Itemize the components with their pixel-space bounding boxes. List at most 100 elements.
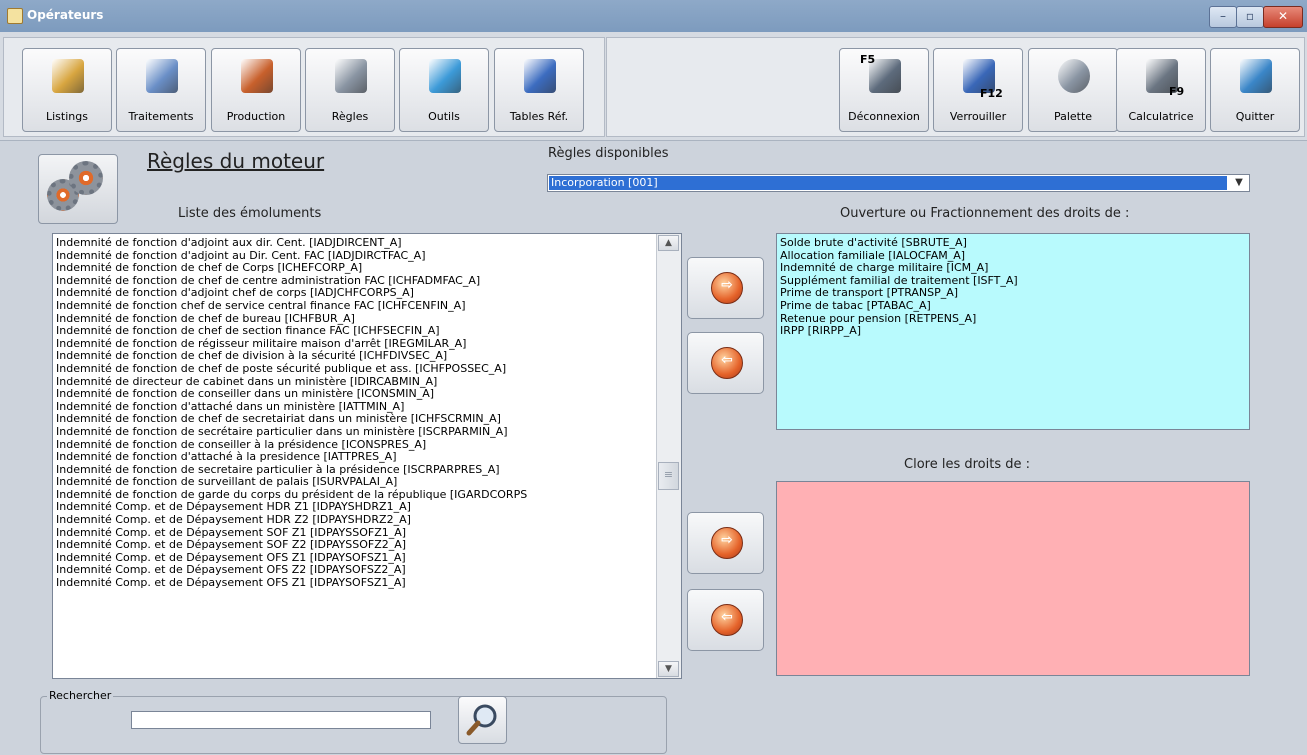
production-button[interactable]: Production: [211, 48, 301, 132]
list-item[interactable]: Indemnité de fonction de chef de poste s…: [56, 363, 654, 376]
window-title: Opérateurs: [27, 8, 104, 22]
remove-from-close-button[interactable]: ⇦: [687, 589, 764, 651]
palette-icon: [1058, 59, 1090, 93]
toolbar-right-group: F5 Déconnexion F12 Verrouiller Palette F…: [606, 37, 1305, 137]
toolbar: Listings Traitements Production Règles O…: [0, 32, 1307, 141]
tables-ref-label: Tables Réf.: [509, 110, 569, 123]
list-item[interactable]: Indemnité Comp. et de Dépaysement OFS Z2…: [56, 564, 654, 577]
palette-button[interactable]: Palette: [1028, 48, 1118, 132]
list-item[interactable]: Indemnité Comp. et de Dépaysement OFS Z1…: [56, 577, 654, 590]
arrow-right-glyph: ⇨: [721, 532, 733, 548]
search-legend: Rechercher: [47, 689, 114, 702]
rules-label: Règles disponibles: [548, 146, 669, 161]
list-item[interactable]: Indemnité de fonction de conseiller à la…: [56, 439, 654, 452]
list-item[interactable]: Indemnité de fonction de chef de bureau …: [56, 313, 654, 326]
list-item[interactable]: Indemnité Comp. et de Dépaysement SOF Z2…: [56, 539, 654, 552]
quitter-label: Quitter: [1235, 110, 1275, 123]
arrow-right-icon: ⇨: [711, 272, 743, 304]
rules-select[interactable]: Incorporation [001] ▼: [547, 174, 1250, 192]
list-item[interactable]: Indemnité de fonction de chef de Corps […: [56, 262, 654, 275]
list-item[interactable]: Indemnité de fonction de surveillant de …: [56, 476, 654, 489]
emoluments-items: Indemnité de fonction d'adjoint aux dir.…: [56, 237, 654, 590]
list-item[interactable]: Indemnité de fonction de garde du corps …: [56, 489, 654, 502]
emoluments-label: Liste des émoluments: [178, 206, 322, 221]
regles-button[interactable]: Règles: [305, 48, 395, 132]
gear-icon: [69, 161, 103, 195]
maximize-button[interactable]: ▫: [1236, 6, 1264, 28]
verrouiller-button[interactable]: F12 Verrouiller: [933, 48, 1023, 132]
arrow-left-glyph: ⇦: [721, 352, 733, 368]
main-panel: Règles du moteur Règles disponibles Inco…: [0, 141, 1307, 755]
list-item[interactable]: IRPP [RIRPP_A]: [777, 325, 1249, 338]
toolbar-left-group: Listings Traitements Production Règles O…: [3, 37, 605, 137]
arrow-left-icon: ⇦: [711, 347, 743, 379]
list-item[interactable]: Indemnité de fonction de chef de secreta…: [56, 413, 654, 426]
app-icon: [7, 8, 23, 24]
deconnexion-label: Déconnexion: [848, 110, 920, 123]
calculatrice-shortcut: F9: [1169, 85, 1185, 98]
exit-icon: [1240, 59, 1272, 93]
list-item[interactable]: Indemnité Comp. et de Dépaysement HDR Z1…: [56, 501, 654, 514]
list-item[interactable]: Indemnité de fonction de secretaire part…: [56, 464, 654, 477]
calculatrice-label: Calculatrice: [1128, 110, 1194, 123]
listings-button[interactable]: Listings: [22, 48, 112, 132]
tables-ref-button[interactable]: Tables Réf.: [494, 48, 584, 132]
list-item[interactable]: Indemnité Comp. et de Dépaysement OFS Z1…: [56, 552, 654, 565]
open-rights-label: Ouverture ou Fractionnement des droits d…: [840, 206, 1130, 221]
gears-icon: [335, 59, 367, 93]
verrouiller-label: Verrouiller: [949, 110, 1007, 123]
deconnexion-button[interactable]: F5 Déconnexion: [839, 48, 929, 132]
arrow-right-icon: ⇨: [711, 527, 743, 559]
remove-from-open-button[interactable]: ⇦: [687, 332, 764, 394]
traitements-label: Traitements: [128, 110, 194, 123]
scroll-thumb[interactable]: ≡: [658, 462, 679, 490]
books-icon: [241, 59, 273, 93]
search-icon: [466, 704, 497, 736]
list-item[interactable]: Indemnité Comp. et de Dépaysement HDR Z2…: [56, 514, 654, 527]
rules-select-value: Incorporation [001]: [549, 176, 1227, 190]
deconnexion-shortcut: F5: [860, 53, 876, 66]
calculatrice-button[interactable]: F9 Calculatrice: [1116, 48, 1206, 132]
traitements-button[interactable]: Traitements: [116, 48, 206, 132]
list-item[interactable]: Indemnité de fonction d'attaché à la pre…: [56, 451, 654, 464]
search-group: Rechercher: [40, 689, 667, 754]
arrow-left-glyph: ⇦: [721, 609, 733, 625]
list-item[interactable]: Indemnité de fonction de régisseur milit…: [56, 338, 654, 351]
list-item[interactable]: Indemnité de fonction d'adjoint chef de …: [56, 287, 654, 300]
emoluments-list[interactable]: Indemnité de fonction d'adjoint aux dir.…: [52, 233, 682, 679]
list-item[interactable]: Indemnité de directeur de cabinet dans u…: [56, 376, 654, 389]
scroll-down-button[interactable]: ▼: [658, 661, 679, 677]
list-item[interactable]: Prime de tabac [PTABAC_A]: [777, 299, 1249, 313]
title-bar: Opérateurs – ▫ ✕: [0, 0, 1307, 33]
chevron-down-icon[interactable]: ▼: [1229, 175, 1249, 191]
list-item[interactable]: Indemnité de charge militaire [ICM_A]: [777, 262, 1249, 275]
add-to-close-button[interactable]: ⇨: [687, 512, 764, 574]
listings-label: Listings: [46, 110, 88, 123]
open-rights-list[interactable]: Solde brute d'activité [SBRUTE_A] Allocat…: [776, 233, 1250, 430]
list-item[interactable]: Indemnité de fonction d'adjoint au Dir. …: [56, 250, 654, 263]
search-input[interactable]: [131, 711, 431, 729]
list-item[interactable]: Indemnité de fonction de secrétaire part…: [56, 426, 654, 439]
list-item[interactable]: Indemnité de fonction chef de service ce…: [56, 300, 654, 313]
outils-label: Outils: [428, 110, 460, 123]
list-item[interactable]: Indemnité Comp. et de Dépaysement SOF Z1…: [56, 527, 654, 540]
list-item[interactable]: Indemnité de fonction de chef de centre …: [56, 275, 654, 288]
list-item[interactable]: Indemnité de fonction de conseiller dans…: [56, 388, 654, 401]
quitter-button[interactable]: Quitter: [1210, 48, 1300, 132]
arrow-right-glyph: ⇨: [721, 277, 733, 293]
minimize-button[interactable]: –: [1209, 6, 1237, 28]
list-item[interactable]: Indemnité de fonction d'attaché dans un …: [56, 401, 654, 414]
list-item[interactable]: Indemnité de fonction de chef de divisio…: [56, 350, 654, 363]
palette-label: Palette: [1053, 110, 1093, 123]
close-button[interactable]: ✕: [1263, 6, 1303, 28]
list-item[interactable]: Indemnité de fonction d'adjoint aux dir.…: [56, 237, 654, 250]
list-item[interactable]: Solde brute d'activité [SBRUTE_A]: [777, 236, 1249, 250]
operateurs-window: Opérateurs – ▫ ✕ Listings Traitements Pr…: [0, 0, 1307, 755]
outils-button[interactable]: Outils: [399, 48, 489, 132]
list-item[interactable]: Indemnité de fonction de chef de section…: [56, 325, 654, 338]
close-rights-list[interactable]: [776, 481, 1250, 676]
search-button[interactable]: [458, 696, 507, 744]
emoluments-scrollbar[interactable]: ▲ ≡ ▼: [656, 234, 681, 678]
add-to-open-button[interactable]: ⇨: [687, 257, 764, 319]
scroll-up-button[interactable]: ▲: [658, 235, 679, 251]
